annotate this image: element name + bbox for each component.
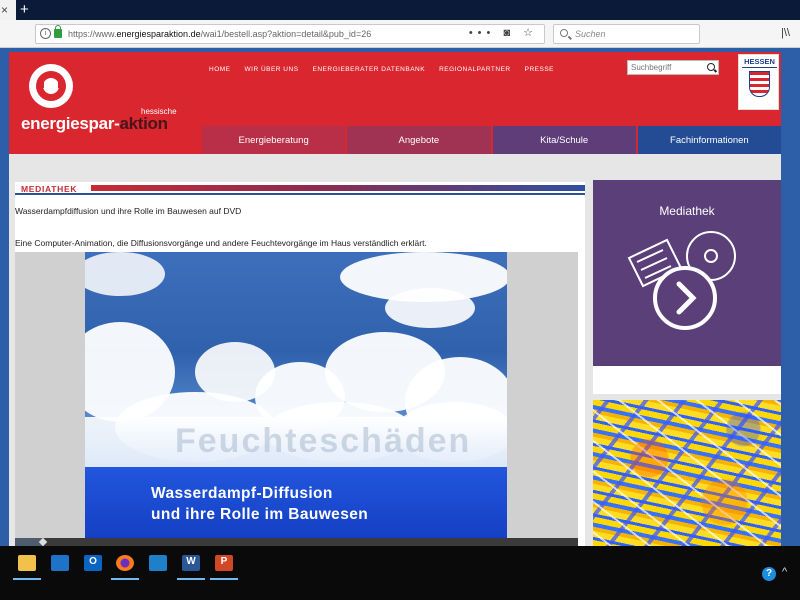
mediathek-card-title: Mediathek [659,204,715,218]
section-underline [15,193,585,195]
info-icon[interactable]: i [40,28,51,39]
top-nav: HOME WIR ÜBER UNS ENERGIEBERATER DATENBA… [209,66,554,73]
hessen-crest-icon [749,71,770,97]
site-logo-wordmark[interactable]: energiespar-aktion [21,114,168,134]
mediathek-card[interactable]: Mediathek [593,180,781,366]
video-player[interactable]: Feuchteschäden Wasserdampf-Diffusion und… [15,252,578,546]
video-title-line-1: Wasserdampf-Diffusion [151,485,333,502]
sidebar-spacer [593,366,781,394]
main-nav-kita-schule[interactable]: Kita/Schule [492,126,636,154]
main-nav: Energieberatung Angebote Kita/Schule Fac… [202,126,781,154]
nav-press[interactable]: PRESSE [525,66,554,73]
play-circle-icon [653,266,717,330]
hessen-badge[interactable]: HESSEN [738,54,779,110]
close-tab-icon[interactable]: × [1,3,8,17]
url-text[interactable]: https://www.energiesparaktion.de/wai1/be… [68,29,371,39]
browser-search-input[interactable]: Suchen [553,24,700,44]
thermal-map-image[interactable] [593,400,781,546]
help-icon[interactable]: ? [762,567,776,581]
taskbar-powerpoint[interactable]: P [210,550,238,580]
disc-hole-icon [704,249,718,263]
taskbar-store[interactable] [46,550,74,578]
cloud [385,288,475,328]
logo-house-icon [42,74,60,88]
powerpoint-letter: P [220,556,228,567]
video-frame[interactable]: Feuchteschäden Wasserdampf-Diffusion und… [85,252,507,538]
taskbar-firefox[interactable] [111,550,139,580]
nav-about-us[interactable]: WIR ÜBER UNS [245,66,299,73]
publication-description: Eine Computer-Animation, die Diffusionsv… [15,238,427,248]
badge-divider [742,67,777,68]
lock-icon[interactable] [54,25,62,38]
page: hessische energiespar-aktion HOME WIR ÜB… [9,52,781,546]
outlook-letter: O [89,556,97,567]
taskbar-outlook[interactable]: O [79,550,107,578]
taskbar-word[interactable]: W [177,550,205,580]
site-search-icon[interactable] [707,63,715,71]
main-nav-angebote[interactable]: Angebote [347,126,491,154]
video-progress-bar[interactable] [15,537,578,546]
firefox-icon [116,555,134,571]
word-letter: W [186,556,196,567]
browser-toolbar: i https://www.energiesparaktion.de/wai1/… [0,20,800,48]
hessen-label: HESSEN [744,57,775,66]
main-nav-energieberatung[interactable]: Energieberatung [202,126,346,154]
window-app-icon [149,555,167,571]
page-viewport: hessische energiespar-aktion HOME WIR ÜB… [0,48,800,546]
publication-title: Wasserdampfdiffusion und ihre Rolle im B… [15,206,242,216]
section-header: MEDIATHEK [15,182,585,196]
taskbar: O W P ? ^ [0,546,800,600]
taskbar-file-app[interactable] [144,550,172,578]
main-nav-fachinformationen[interactable]: Fachinformationen [637,126,781,154]
nav-regional-partners[interactable]: REGIONALPARTNER [439,66,511,73]
nav-home[interactable]: HOME [209,66,231,73]
main-content: MEDIATHEK Wasserdampfdiffusion und ihre … [15,182,585,546]
store-icon [51,555,69,571]
browser-search-placeholder: Suchen [575,29,606,39]
search-icon [560,29,568,37]
tray-chevron-icon[interactable]: ^ [782,566,787,578]
video-title-line-2: und ihre Rolle im Bauwesen [151,506,369,523]
site-header: hessische energiespar-aktion HOME WIR ÜB… [9,52,781,154]
site-search-input[interactable]: Suchbegriff [627,60,719,75]
browser-tabstrip: × + [0,0,800,20]
cloud [85,252,165,296]
page-actions-menu[interactable]: ••• ◙ ☆ [469,26,538,39]
nav-advisor-database[interactable]: ENERGIEBERATER DATENBANK [313,66,426,73]
video-watermark: Feuchteschäden [175,422,472,460]
site-search-placeholder: Suchbegriff [631,63,672,72]
book-disc-play-icon [627,231,736,330]
new-tab-button[interactable]: + [20,2,29,17]
browser-tab[interactable]: × [0,0,16,20]
taskbar-file-explorer[interactable] [13,550,41,580]
section-bar [91,185,585,191]
library-icon[interactable]: |\\ [781,27,790,39]
folder-icon [18,555,36,571]
address-bar[interactable]: i https://www.energiesparaktion.de/wai1/… [35,24,545,44]
